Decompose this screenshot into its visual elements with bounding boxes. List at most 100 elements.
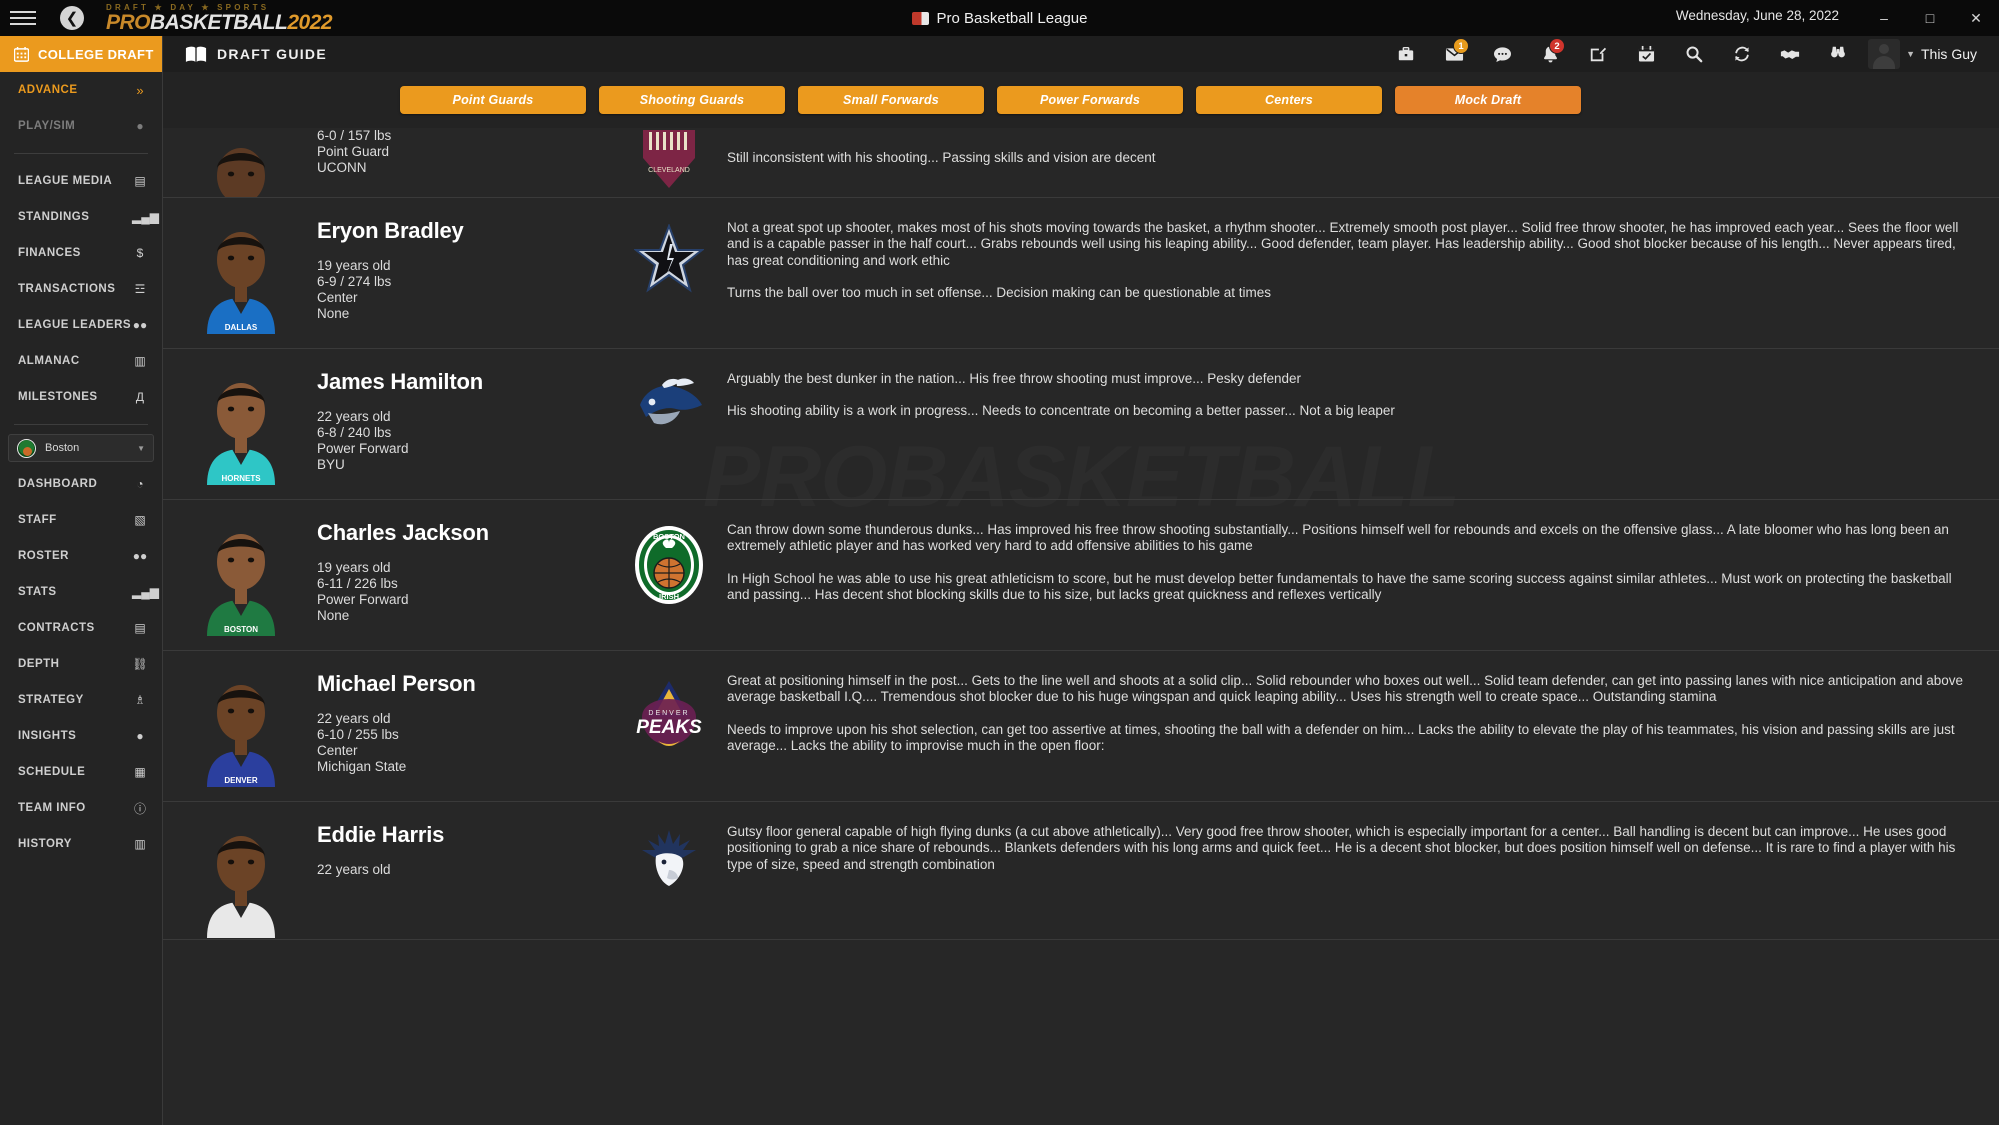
tab-centers[interactable]: Centers bbox=[1196, 86, 1382, 114]
svg-text:CLEVELAND: CLEVELAND bbox=[648, 167, 690, 174]
app-logo-year: 2022 bbox=[287, 11, 333, 34]
tab-small-forwards[interactable]: Small Forwards bbox=[798, 86, 984, 114]
sidebar-item-label: TRANSACTIONS bbox=[18, 283, 116, 295]
sidebar-item-team-info[interactable]: TEAM INFO ⓘ bbox=[0, 790, 162, 826]
team-selector-label: Boston bbox=[45, 442, 80, 454]
handshake-icon[interactable] bbox=[1766, 36, 1814, 72]
table-row[interactable]: HORNETS James Hamilton 22 years old 6-8 / … bbox=[163, 349, 1999, 500]
depth-icon: ⛓ bbox=[132, 657, 148, 671]
player-info: 6-0 / 157 lbs Point Guard UCONN bbox=[317, 128, 617, 183]
tab-mock-draft[interactable]: Mock Draft bbox=[1395, 86, 1581, 114]
contracts-icon: ▤ bbox=[134, 621, 146, 635]
sidebar-item-depth[interactable]: DEPTH ⛓ bbox=[0, 646, 162, 682]
player-name: Eryon Bradley bbox=[317, 218, 464, 243]
sidebar-item-stats[interactable]: STATS ▂▄▆ bbox=[0, 574, 162, 610]
sidebar-item-almanac[interactable]: ALMANAC ▥ bbox=[0, 343, 162, 379]
sidebar-item-league-media[interactable]: LEAGUE MEDIA ▤ bbox=[0, 163, 162, 199]
sidebar-item-league-leaders[interactable]: LEAGUE LEADERS ●● bbox=[0, 307, 162, 343]
standings-icon: ▂▄▆ bbox=[132, 210, 159, 224]
team-selector[interactable]: Boston ▼ bbox=[8, 434, 154, 462]
user-menu[interactable]: ▼ This Guy bbox=[1868, 39, 1977, 69]
briefcase-icon[interactable] bbox=[1382, 36, 1430, 72]
refresh-icon[interactable] bbox=[1718, 36, 1766, 72]
sidebar-item-college-draft[interactable]: COLLEGE DRAFT bbox=[0, 36, 162, 72]
table-row[interactable]: Eddie Harris 22 years old Gutsy floor gen… bbox=[163, 802, 1999, 940]
sidebar-item-finances[interactable]: FINANCES $ bbox=[0, 235, 162, 271]
svg-text:DALLAS: DALLAS bbox=[225, 323, 258, 332]
chat-icon[interactable] bbox=[1478, 36, 1526, 72]
player-school: None bbox=[317, 305, 350, 321]
player-portrait bbox=[177, 816, 305, 938]
sidebar-item-contracts[interactable]: CONTRACTS ▤ bbox=[0, 610, 162, 646]
sidebar-divider-1 bbox=[14, 153, 148, 154]
finances-icon: $ bbox=[136, 246, 144, 260]
schedule-icon: ▦ bbox=[134, 765, 146, 779]
tab-label: Small Forwards bbox=[843, 93, 939, 107]
sidebar-item-insights[interactable]: INSIGHTS ● bbox=[0, 718, 162, 754]
staff-icon: ▧ bbox=[134, 513, 146, 527]
sidebar-item-transactions[interactable]: TRANSACTIONS ☲ bbox=[0, 271, 162, 307]
sidebar-item-label: ADVANCE bbox=[18, 84, 78, 96]
table-row[interactable]: CLEVELAND 6-0 / 157 lbsPoint GuardUCONN … bbox=[163, 128, 1999, 198]
player-info: Michael Person 22 years old 6-10 / 255 lbs… bbox=[317, 665, 617, 787]
tab-draft-guide[interactable]: DRAFT GUIDE bbox=[185, 46, 327, 63]
player-age: 19 years old bbox=[317, 560, 391, 575]
search-icon[interactable] bbox=[1670, 36, 1718, 72]
player-rows: CLEVELAND 6-0 / 157 lbsPoint GuardUCONN … bbox=[163, 128, 1999, 940]
sidebar-item-advance[interactable]: ADVANCE » bbox=[0, 72, 162, 108]
sidebar-item-strategy[interactable]: STRATEGY ♗ bbox=[0, 682, 162, 718]
sidebar-item-staff[interactable]: STAFF ▧ bbox=[0, 502, 162, 538]
player-position: Center bbox=[317, 742, 358, 758]
sidebar-nav-league: LEAGUE MEDIA ▤ STANDINGS ▂▄▆ FINANCES $ … bbox=[0, 163, 162, 415]
hamburger-icon[interactable] bbox=[10, 11, 44, 25]
table-row[interactable]: BOSTON Charles Jackson 19 years old 6-11 /… bbox=[163, 500, 1999, 651]
player-name: James Hamilton bbox=[317, 369, 483, 394]
badge-count: 2 bbox=[1549, 38, 1566, 54]
app-logo: DRAFT ★ DAY ★ SPORTS PROBASKETBALL2022 bbox=[106, 3, 333, 34]
player-scouting-report: Can throw down some thunderous dunks... … bbox=[721, 514, 1969, 636]
sidebar-item-standings[interactable]: STANDINGS ▂▄▆ bbox=[0, 199, 162, 235]
sidebar-item-label: CONTRACTS bbox=[18, 622, 95, 634]
current-date: Wednesday, June 28, 2022 bbox=[1675, 8, 1839, 23]
player-age: 19 years old bbox=[317, 258, 391, 273]
boston-irish-logo-icon bbox=[17, 438, 36, 458]
minimize-button[interactable]: – bbox=[1861, 0, 1907, 36]
sidebar-item-milestones[interactable]: MILESTONES Д bbox=[0, 379, 162, 415]
maximize-button[interactable]: □ bbox=[1907, 0, 1953, 36]
calendar-icon bbox=[14, 46, 29, 62]
sidebar-item-play-sim[interactable]: PLAY/SIM ● bbox=[0, 108, 162, 144]
mail-icon[interactable]: 1 bbox=[1430, 36, 1478, 72]
player-scouting-report: Not a great spot up shooter, makes most … bbox=[721, 212, 1969, 334]
table-row[interactable]: DALLAS Eryon Bradley 19 years old 6-9 / 27… bbox=[163, 198, 1999, 349]
sidebar-header-label: COLLEGE DRAFT bbox=[38, 46, 154, 62]
player-scouting-report: Great at positioning himself in the post… bbox=[721, 665, 1969, 787]
sidebar-item-roster[interactable]: ROSTER ●● bbox=[0, 538, 162, 574]
sidebar-item-schedule[interactable]: SCHEDULE ▦ bbox=[0, 754, 162, 790]
avatar bbox=[1868, 39, 1901, 69]
draft-guide-list[interactable]: PROBASKETBALL CLEVELAND 6-0 / 157 lbsPoi… bbox=[163, 128, 1999, 1125]
calendar-check-icon[interactable] bbox=[1622, 36, 1670, 72]
tab-power-forwards[interactable]: Power Forwards bbox=[997, 86, 1183, 114]
eagle-logo bbox=[617, 816, 721, 925]
sidebar-nav-top: ADVANCE » PLAY/SIM ● bbox=[0, 72, 162, 144]
draft-guide-label: DRAFT GUIDE bbox=[217, 46, 327, 62]
svg-text:IRISH: IRISH bbox=[659, 592, 679, 601]
binoculars-icon[interactable] bbox=[1814, 36, 1862, 72]
sidebar-item-label: DEPTH bbox=[18, 658, 60, 670]
sidebar-item-dashboard[interactable]: DASHBOARD ◔ bbox=[0, 466, 162, 502]
toolbar-icons: 1 2 ▼ This Guy bbox=[1382, 36, 1991, 72]
tab-point-guards[interactable]: Point Guards bbox=[400, 86, 586, 114]
league-media-icon: ▤ bbox=[134, 174, 146, 188]
sidebar-item-history[interactable]: HISTORY ▥ bbox=[0, 826, 162, 862]
sidebar-item-label: STRATEGY bbox=[18, 694, 84, 706]
bell-icon[interactable]: 2 bbox=[1526, 36, 1574, 72]
svg-text:HORNETS: HORNETS bbox=[221, 474, 261, 483]
sidebar-item-label: TEAM INFO bbox=[18, 802, 86, 814]
compose-icon[interactable] bbox=[1574, 36, 1622, 72]
tab-shooting-guards[interactable]: Shooting Guards bbox=[599, 86, 785, 114]
table-row[interactable]: DENVER Michael Person 22 years old 6-10 / … bbox=[163, 651, 1999, 802]
advance-icon: » bbox=[136, 82, 144, 98]
player-age: 22 years old bbox=[317, 711, 391, 726]
close-button[interactable]: ✕ bbox=[1953, 0, 1999, 36]
back-arrow-icon[interactable]: ❮ bbox=[60, 6, 84, 30]
